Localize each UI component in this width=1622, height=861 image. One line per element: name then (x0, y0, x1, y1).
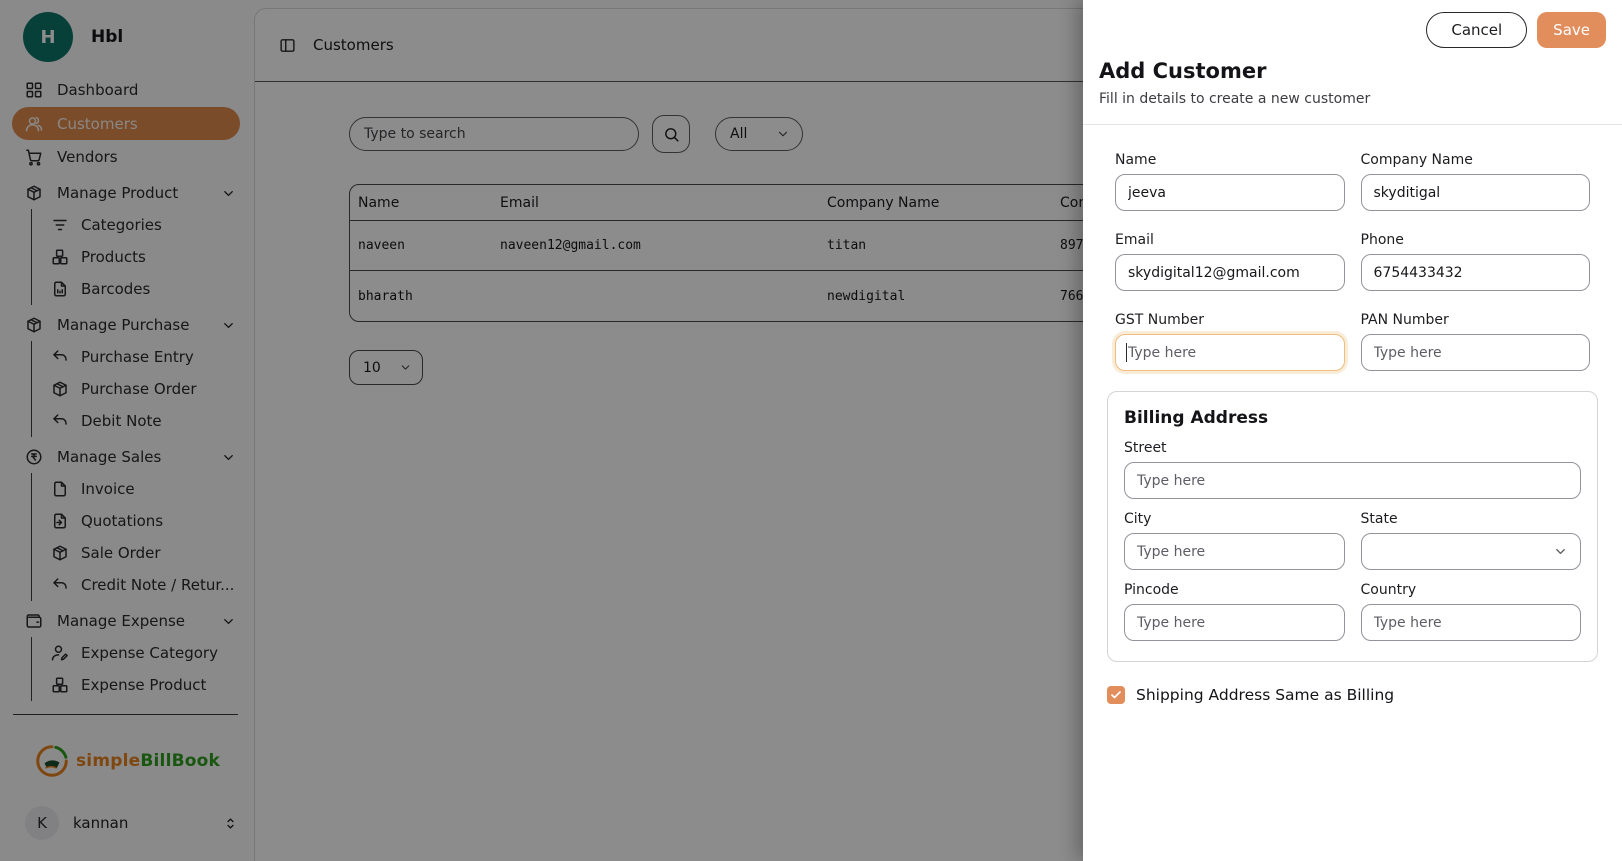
gst-number-field: GST Number (1115, 312, 1345, 371)
country-input[interactable] (1361, 604, 1582, 641)
state-label: State (1361, 511, 1582, 527)
add-customer-drawer: Cancel Save Add Customer Fill in details… (1083, 0, 1622, 861)
name-field: Name (1115, 152, 1345, 211)
email-field: Email (1115, 232, 1345, 291)
street-field: Street (1124, 440, 1581, 499)
pincode-label: Pincode (1124, 582, 1345, 598)
pan-number-label: PAN Number (1361, 312, 1591, 328)
pan-number-input[interactable] (1361, 334, 1591, 371)
phone-label: Phone (1361, 232, 1591, 248)
drawer-title: Add Customer (1099, 59, 1606, 83)
city-input[interactable] (1124, 533, 1345, 570)
country-label: Country (1361, 582, 1582, 598)
city-field: City (1124, 511, 1345, 570)
pan-number-field: PAN Number (1361, 312, 1591, 371)
company-name-label: Company Name (1361, 152, 1591, 168)
phone-field: Phone (1361, 232, 1591, 291)
gst-number-input[interactable] (1115, 334, 1345, 371)
drawer-header: Cancel Save Add Customer Fill in details… (1083, 0, 1622, 125)
chevron-down-icon (1553, 544, 1568, 559)
company-name-input[interactable] (1361, 174, 1591, 211)
text-cursor (1126, 343, 1127, 362)
save-button[interactable]: Save (1537, 12, 1606, 48)
billing-address-title: Billing Address (1124, 408, 1581, 428)
state-field: State (1361, 511, 1582, 570)
pincode-input[interactable] (1124, 604, 1345, 641)
check-icon (1110, 689, 1122, 701)
name-input[interactable] (1115, 174, 1345, 211)
email-input[interactable] (1115, 254, 1345, 291)
shipping-same-checkbox[interactable] (1107, 686, 1125, 704)
drawer-body: Name Company Name Email Phone GST Number (1083, 125, 1622, 704)
street-input[interactable] (1124, 462, 1581, 499)
gst-number-label: GST Number (1115, 312, 1345, 328)
phone-input[interactable] (1361, 254, 1591, 291)
name-label: Name (1115, 152, 1345, 168)
shipping-same-row: Shipping Address Same as Billing (1107, 686, 1598, 704)
shipping-same-label: Shipping Address Same as Billing (1136, 686, 1394, 704)
street-label: Street (1124, 440, 1581, 456)
state-select[interactable] (1361, 533, 1582, 570)
email-label: Email (1115, 232, 1345, 248)
city-label: City (1124, 511, 1345, 527)
billing-address-section: Billing Address Street City State (1107, 391, 1598, 662)
country-field: Country (1361, 582, 1582, 641)
company-name-field: Company Name (1361, 152, 1591, 211)
drawer-subtitle: Fill in details to create a new customer (1099, 91, 1606, 107)
cancel-button[interactable]: Cancel (1426, 12, 1527, 48)
pincode-field: Pincode (1124, 582, 1345, 641)
